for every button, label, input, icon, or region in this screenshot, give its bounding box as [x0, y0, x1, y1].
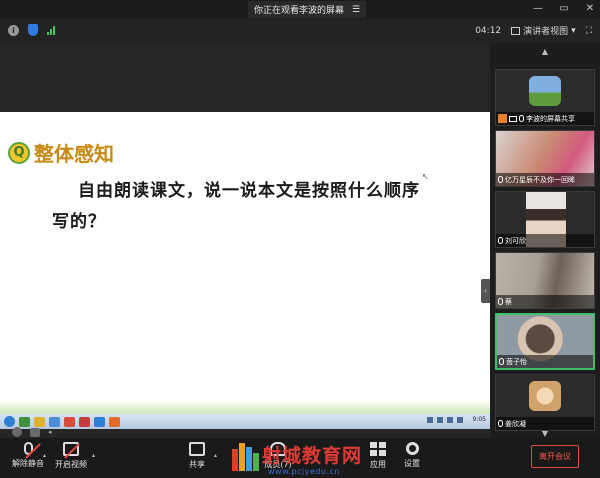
participant-tile[interactable]: 亿万星辰不及你一回眸: [495, 130, 595, 187]
participant-gallery: ▲ 李波的屏幕共享 亿万星辰不及你一回眸 刘可欣 蔡 茵子怡 姜欣凝 ▼: [490, 43, 600, 438]
participant-name: 姜欣凝: [505, 419, 526, 428]
mic-icon: [498, 298, 503, 305]
mic-icon: [519, 115, 524, 122]
info-icon[interactable]: i: [8, 24, 19, 36]
view-options-icon[interactable]: ☰: [352, 5, 360, 15]
minimize-button[interactable]: —: [532, 2, 544, 16]
start-video-button[interactable]: 开启视频: [49, 442, 93, 470]
mic-icon: [498, 176, 503, 183]
participant-tile[interactable]: 刘可欣: [495, 191, 595, 248]
view-grid-icon: [511, 26, 521, 35]
avatar: [529, 381, 561, 411]
watermark-title: 射城教育网: [262, 445, 363, 467]
annotate-icon[interactable]: [12, 427, 22, 437]
chat-bubble-icon[interactable]: [30, 427, 40, 437]
taskbar-app-icon: [19, 416, 30, 427]
screen-share-icon: [509, 115, 517, 122]
remote-taskbar: 9:05: [0, 414, 490, 429]
gallery-up-icon[interactable]: ▲: [490, 47, 600, 56]
participant-name: 李波的屏幕共享: [526, 114, 575, 123]
system-tray: 9:05: [426, 416, 486, 423]
leave-meeting-button[interactable]: 离开会议: [531, 445, 579, 468]
watermark-url: www.pcjyedu.cn: [268, 467, 340, 476]
participant-tile[interactable]: 蔡: [495, 252, 595, 309]
share-label: 共享: [189, 460, 205, 469]
start-orb-icon: [4, 416, 15, 427]
participant-name: 茵子怡: [506, 357, 527, 366]
shared-screen-area: Q 整体感知 自由朗读课文，说一说本文是按照什么顺序写的？ ↖ 9:05 ◂ ‹: [0, 43, 490, 438]
taskbar-app-icon: [64, 416, 75, 427]
speaker-view-label: 演讲者视图: [523, 27, 569, 37]
taskbar-app-icon: [49, 416, 60, 427]
slide-decoration: [0, 400, 490, 414]
participant-name: 亿万星辰不及你一回眸: [505, 175, 575, 184]
taskbar-app-icon: [79, 416, 90, 427]
close-button[interactable]: ✕: [584, 2, 596, 16]
books-logo-icon: [232, 441, 260, 471]
slide-title: 整体感知: [34, 142, 114, 166]
tray-clock: 9:05: [472, 416, 486, 423]
gallery-collapse-handle[interactable]: ‹: [481, 279, 490, 303]
title-bar: 你正在观看李波的屏幕 ☰ — ▭ ✕: [0, 0, 600, 19]
mic-icon: [499, 358, 504, 365]
share-banner-text: 你正在观看李波的屏幕: [254, 6, 345, 16]
window-controls: — ▭ ✕: [532, 2, 596, 16]
camera-off-icon: [63, 442, 79, 456]
taskbar-app-icon: [34, 416, 45, 427]
shield-icon[interactable]: [28, 24, 38, 36]
slide-question: 自由朗读课文，说一说本文是按照什么顺序写的？: [52, 181, 420, 232]
start-video-label: 开启视频: [55, 460, 87, 469]
slide-heading: Q 整体感知: [8, 138, 114, 167]
fullscreen-icon[interactable]: ⛶: [586, 26, 592, 36]
avatar: [529, 76, 561, 106]
taskbar-app-icon: [109, 416, 120, 427]
floating-controls: ◂: [12, 427, 52, 437]
q-badge-icon: Q: [8, 141, 30, 164]
share-banner: 你正在观看李波的屏幕 ☰: [248, 1, 367, 18]
chevron-down-icon: ▾: [571, 25, 576, 36]
mic-muted-icon: [23, 442, 33, 455]
gear-icon: [405, 442, 419, 455]
watermark: 射城教育网 www.pcjyedu.cn: [232, 441, 382, 478]
meeting-status-bar: i 04:12 演讲者视图 ▾ ⛶: [0, 19, 600, 43]
video-options-caret[interactable]: ▴: [92, 452, 95, 459]
mic-icon: [498, 237, 503, 244]
share-screen-icon: [189, 442, 205, 456]
settings-button[interactable]: 设置: [390, 442, 434, 469]
presentation-slide: Q 整体感知 自由朗读课文，说一说本文是按照什么顺序写的？ ↖: [0, 112, 490, 414]
signal-icon[interactable]: [47, 25, 55, 35]
unmute-label: 解除静音: [12, 459, 44, 468]
audio-options-caret[interactable]: ▴: [43, 452, 46, 459]
participant-tile[interactable]: 姜欣凝: [495, 374, 595, 431]
maximize-button[interactable]: ▭: [558, 2, 570, 16]
settings-label: 设置: [404, 459, 420, 468]
speaker-view-toggle[interactable]: 演讲者视图 ▾: [511, 24, 576, 37]
taskbar-app-icon: [94, 416, 105, 427]
participant-name: 蔡: [505, 297, 512, 306]
share-options-caret[interactable]: ▴: [214, 452, 217, 459]
chevron-left-icon[interactable]: ◂: [48, 428, 52, 436]
meeting-timer: 04:12: [475, 25, 502, 36]
participant-tile-active-speaker[interactable]: 茵子怡: [495, 313, 595, 370]
share-button[interactable]: 共享: [175, 442, 219, 470]
participant-tile[interactable]: 李波的屏幕共享: [495, 69, 595, 126]
mic-icon: [498, 420, 503, 427]
gallery-down-icon[interactable]: ▼: [490, 429, 600, 438]
host-icon: [498, 114, 507, 123]
participant-name: 刘可欣: [505, 236, 526, 245]
mouse-cursor-icon: ↖: [422, 172, 429, 181]
